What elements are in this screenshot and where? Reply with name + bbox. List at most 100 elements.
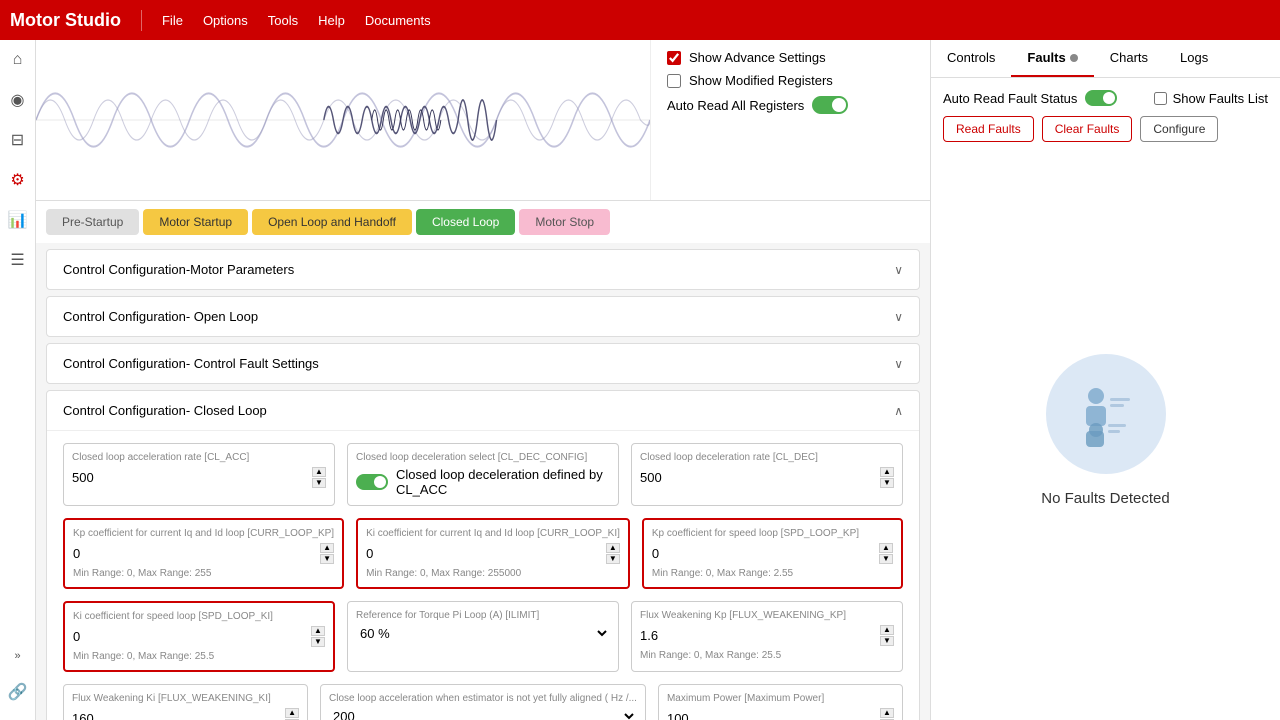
cl-dec-input[interactable]: [640, 470, 876, 485]
flux-kp-field: Flux Weakening Kp [FLUX_WEAKENING_KP] ▲ …: [631, 601, 903, 672]
app-title: Motor Studio: [10, 10, 142, 31]
waveform-area: [36, 40, 650, 200]
configure-btn[interactable]: Configure: [1140, 116, 1218, 142]
pre-startup-btn[interactable]: Pre-Startup: [46, 209, 139, 235]
cl-dec-label: Closed loop deceleration rate [CL_DEC]: [640, 452, 894, 463]
navbar-menu: File Options Tools Help Documents: [162, 13, 431, 28]
tab-faults-label: Faults: [1027, 50, 1065, 65]
spd-loop-ki-up[interactable]: ▲: [311, 626, 325, 636]
sidebar: ⌂ ◉ ⊟ ⚙ 📊 ☰ » 🔗: [0, 40, 36, 720]
flux-kp-down[interactable]: ▼: [880, 636, 894, 646]
curr-loop-kp-up[interactable]: ▲: [320, 543, 334, 553]
auto-read-fault-toggle[interactable]: [1085, 90, 1117, 106]
closed-loop-row4: Flux Weakening Ki [FLUX_WEAKENING_KI] ▲ …: [63, 684, 903, 720]
center-content: Show Advance Settings Show Modified Regi…: [36, 40, 930, 720]
cl-dec-down[interactable]: ▼: [880, 478, 894, 488]
show-faults-list-row: Show Faults List: [1154, 91, 1268, 106]
accordion-closed-loop: Control Configuration- Closed Loop ∧ Clo…: [46, 390, 920, 720]
curr-loop-kp-field: Kp coefficient for current Iq and Id loo…: [63, 518, 344, 589]
closed-loop-btn[interactable]: Closed Loop: [416, 209, 515, 235]
nav-documents[interactable]: Documents: [365, 13, 431, 28]
curr-loop-ki-input[interactable]: [366, 546, 602, 561]
cl-acc-input[interactable]: [72, 470, 308, 485]
max-power-up[interactable]: ▲: [880, 708, 894, 718]
curr-loop-ki-up[interactable]: ▲: [606, 543, 620, 553]
sidebar-globe-icon[interactable]: ◉: [6, 88, 30, 112]
flux-kp-input[interactable]: [640, 628, 876, 643]
max-power-input[interactable]: [667, 711, 876, 720]
show-modified-registers-label: Show Modified Registers: [689, 73, 833, 88]
flux-kp-up[interactable]: ▲: [880, 625, 894, 635]
cl-dec-config-toggle[interactable]: [356, 474, 388, 490]
cl-dec-config-label: Closed loop deceleration select [CL_DEC_…: [356, 452, 610, 463]
cl-acc-up[interactable]: ▲: [312, 467, 326, 477]
nav-help[interactable]: Help: [318, 13, 345, 28]
open-loop-handoff-btn[interactable]: Open Loop and Handoff: [252, 209, 412, 235]
show-modified-registers-checkbox[interactable]: [667, 74, 681, 88]
spd-loop-ki-down[interactable]: ▼: [311, 637, 325, 647]
show-modified-registers-row: Show Modified Registers: [667, 73, 914, 88]
tab-faults[interactable]: Faults: [1011, 40, 1093, 77]
motor-startup-btn[interactable]: Motor Startup: [143, 209, 248, 235]
sidebar-link-icon[interactable]: 🔗: [6, 680, 30, 704]
show-advance-settings-checkbox[interactable]: [667, 51, 681, 65]
auto-read-all-registers-toggle[interactable]: [812, 96, 848, 114]
flux-kp-label: Flux Weakening Kp [FLUX_WEAKENING_KP]: [640, 610, 894, 621]
step-buttons: Pre-Startup Motor Startup Open Loop and …: [36, 201, 930, 243]
tab-controls[interactable]: Controls: [931, 40, 1011, 77]
sidebar-sliders-icon[interactable]: ⊟: [6, 128, 30, 152]
closed-loop-row1: Closed loop acceleration rate [CL_ACC] ▲…: [63, 443, 903, 506]
sidebar-expand-icon[interactable]: »: [6, 644, 30, 668]
sidebar-gear-icon[interactable]: ⚙: [6, 168, 30, 192]
nav-options[interactable]: Options: [203, 13, 248, 28]
tab-charts[interactable]: Charts: [1094, 40, 1164, 77]
no-faults-icon: [1046, 354, 1166, 474]
curr-loop-ki-range: Min Range: 0, Max Range: 255000: [366, 568, 620, 579]
accordion-open-loop-header[interactable]: Control Configuration- Open Loop ∨: [47, 297, 919, 336]
accordion-fault-settings: Control Configuration- Control Fault Set…: [46, 343, 920, 384]
sidebar-list-icon[interactable]: ☰: [6, 248, 30, 272]
ilimit-select[interactable]: 60 %: [356, 625, 610, 642]
cl-dec-config-field: Closed loop deceleration select [CL_DEC_…: [347, 443, 619, 506]
spd-loop-ki-input[interactable]: [73, 629, 307, 644]
accordion-closed-loop-header[interactable]: Control Configuration- Closed Loop ∧: [47, 391, 919, 430]
accordion-motor-params-header[interactable]: Control Configuration-Motor Parameters ∨: [47, 250, 919, 289]
accordion-closed-loop-body: Closed loop acceleration rate [CL_ACC] ▲…: [47, 430, 919, 720]
ilimit-field: Reference for Torque Pi Loop (A) [ILIMIT…: [347, 601, 619, 672]
curr-loop-kp-input[interactable]: [73, 546, 316, 561]
curr-loop-ki-down[interactable]: ▼: [606, 554, 620, 564]
tab-logs[interactable]: Logs: [1164, 40, 1224, 77]
accordion-motor-params-title: Control Configuration-Motor Parameters: [63, 262, 294, 277]
spd-loop-kp-label: Kp coefficient for speed loop [SPD_LOOP_…: [652, 528, 893, 539]
curr-loop-kp-down[interactable]: ▼: [320, 554, 334, 564]
clear-faults-btn[interactable]: Clear Faults: [1042, 116, 1133, 142]
spd-loop-kp-up[interactable]: ▲: [879, 543, 893, 553]
cl-acc-estimator-select[interactable]: 200: [329, 708, 637, 720]
show-faults-list-checkbox[interactable]: [1154, 92, 1167, 105]
spd-loop-kp-down[interactable]: ▼: [879, 554, 893, 564]
cl-dec-field: Closed loop deceleration rate [CL_DEC] ▲…: [631, 443, 903, 506]
read-faults-btn[interactable]: Read Faults: [943, 116, 1034, 142]
ilimit-label: Reference for Torque Pi Loop (A) [ILIMIT…: [356, 610, 610, 621]
closed-loop-row3: Ki coefficient for speed loop [SPD_LOOP_…: [63, 601, 903, 672]
sidebar-chart-icon[interactable]: 📊: [6, 208, 30, 232]
nav-file[interactable]: File: [162, 13, 183, 28]
tab-controls-label: Controls: [947, 50, 995, 65]
sidebar-home-icon[interactable]: ⌂: [6, 48, 30, 72]
cl-acc-estimator-field: Close loop acceleration when estimator i…: [320, 684, 646, 720]
spd-loop-kp-input[interactable]: [652, 546, 875, 561]
cl-acc-field: Closed loop acceleration rate [CL_ACC] ▲…: [63, 443, 335, 506]
flux-kp-range: Min Range: 0, Max Range: 25.5: [640, 650, 894, 661]
cl-acc-down[interactable]: ▼: [312, 478, 326, 488]
flux-ki-input[interactable]: [72, 711, 281, 720]
cl-dec-up[interactable]: ▲: [880, 467, 894, 477]
accordion-fault-settings-header[interactable]: Control Configuration- Control Fault Set…: [47, 344, 919, 383]
flux-ki-up[interactable]: ▲: [285, 708, 299, 718]
motor-stop-btn[interactable]: Motor Stop: [519, 209, 610, 235]
auto-read-fault-label: Auto Read Fault Status: [943, 91, 1077, 106]
curr-loop-ki-field: Ki coefficient for current Iq and Id loo…: [356, 518, 630, 589]
closed-loop-row2: Kp coefficient for current Iq and Id loo…: [63, 518, 903, 589]
spd-loop-kp-range: Min Range: 0, Max Range: 2.55: [652, 568, 893, 579]
nav-tools[interactable]: Tools: [268, 13, 298, 28]
cl-acc-label: Closed loop acceleration rate [CL_ACC]: [72, 452, 326, 463]
